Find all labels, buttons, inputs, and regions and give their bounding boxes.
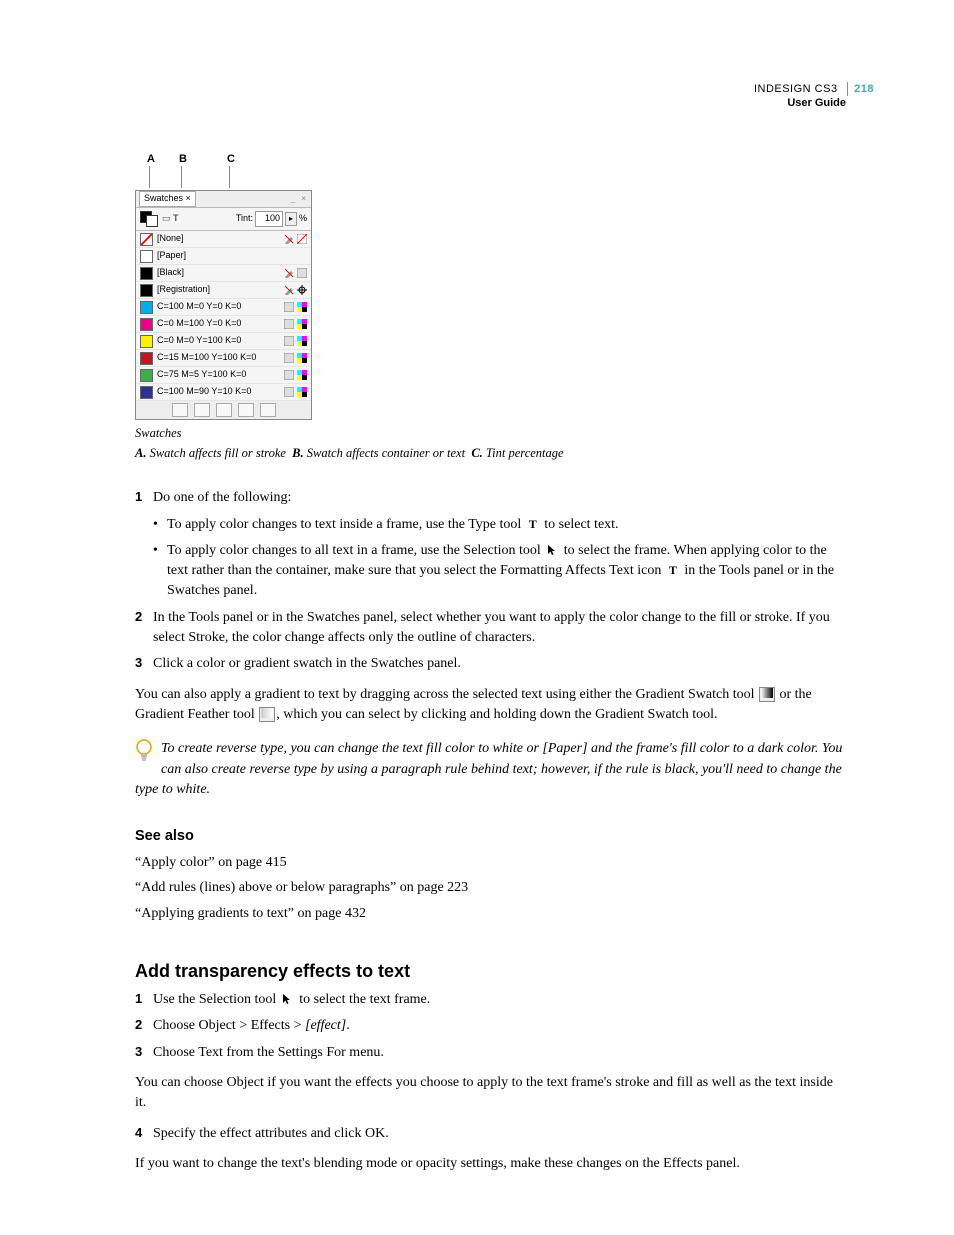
- fill-stroke-icon: [140, 211, 158, 227]
- swatch-row: [Black]: [136, 265, 311, 282]
- lock-pencil-icon: [284, 285, 294, 295]
- cmyk-icon: [297, 336, 307, 346]
- swatch-chip: [140, 284, 153, 297]
- swatch-row: C=100 M=90 Y=10 K=0: [136, 384, 311, 401]
- formatting-affects-text-icon: T: [666, 564, 680, 577]
- swatch-label: C=75 M=5 Y=100 K=0: [157, 368, 280, 381]
- swatch-chip: [140, 318, 153, 331]
- swatch-row: C=0 M=0 Y=100 K=0: [136, 333, 311, 350]
- swatch-row: C=75 M=5 Y=100 K=0: [136, 367, 311, 384]
- panel-window-buttons: _ ×: [291, 193, 308, 205]
- footer-btn: [216, 403, 232, 417]
- see-also-link[interactable]: “Apply color” on page 415: [135, 853, 844, 873]
- color-mode-icon: [284, 319, 294, 329]
- gradient-feather-tool-icon: [259, 707, 275, 722]
- panel-tab-bar: Swatches × _ ×: [136, 191, 311, 208]
- tint-dropdown-icon: ▸: [285, 212, 297, 226]
- tint-value: 100: [255, 211, 283, 226]
- swatch-row: C=100 M=0 Y=0 K=0: [136, 299, 311, 316]
- swatch-label: [None]: [157, 232, 280, 245]
- color-mode-icon: [284, 353, 294, 363]
- panel-tab-label: Swatches ×: [139, 191, 196, 206]
- panel-tint-row: ▭ T Tint: 100 ▸ %: [136, 208, 311, 231]
- panel-footer: [136, 401, 311, 419]
- running-header: INDESIGN CS3 218 User Guide: [754, 82, 874, 111]
- swatch-row: [None]: [136, 231, 311, 248]
- swatch-row: C=15 M=100 Y=100 K=0: [136, 350, 311, 367]
- color-mode-icon: [284, 336, 294, 346]
- swatch-label: [Paper]: [157, 249, 303, 262]
- sec2-step-2: 2 Choose Object > Effects > [effect].: [135, 1016, 844, 1036]
- bullet-1: • To apply color changes to text inside …: [135, 515, 844, 535]
- section-heading: Add transparency effects to text: [135, 958, 844, 984]
- type-tool-icon: T: [526, 518, 540, 531]
- page: INDESIGN CS3 218 User Guide A B C Swatch…: [0, 0, 954, 1235]
- swatch-chip: [140, 369, 153, 382]
- footer-btn: [260, 403, 276, 417]
- see-also-link[interactable]: “Add rules (lines) above or below paragr…: [135, 878, 844, 898]
- product-name: INDESIGN CS3: [754, 83, 838, 95]
- sec2-step-3: 3 Choose Text from the Settings For menu…: [135, 1043, 844, 1063]
- color-mode-icon: [284, 302, 294, 312]
- lightbulb-icon: [135, 739, 155, 769]
- none-icon: [297, 234, 307, 244]
- color-mode-icon: [284, 370, 294, 380]
- swatch-label: C=0 M=100 Y=0 K=0: [157, 317, 280, 330]
- sec2-step-1: 1 Use the Selection tool to select the t…: [135, 990, 844, 1010]
- step-2: 2 In the Tools panel or in the Swatches …: [135, 608, 844, 649]
- tip-note: To create reverse type, you can change t…: [135, 739, 844, 800]
- formatting-affects-icons: ▭ T: [162, 212, 179, 225]
- footer-btn: [194, 403, 210, 417]
- swatch-chip: [140, 335, 153, 348]
- see-also-link[interactable]: “Applying gradients to text” on page 432: [135, 904, 844, 924]
- selection-tool-icon: [545, 544, 559, 557]
- figure-callouts: A B C: [135, 152, 844, 190]
- swatch-label: C=100 M=0 Y=0 K=0: [157, 300, 280, 313]
- step-3: 3 Click a color or gradient swatch in th…: [135, 654, 844, 674]
- swatch-chip: [140, 352, 153, 365]
- sec2-paragraph-1: You can choose Object if you want the ef…: [135, 1073, 844, 1114]
- swatch-label: [Registration]: [157, 283, 280, 296]
- swatch-chip: [140, 267, 153, 280]
- doc-subtitle: User Guide: [754, 96, 874, 110]
- cmyk-icon: [297, 387, 307, 397]
- swatch-label: C=100 M=90 Y=10 K=0: [157, 385, 280, 398]
- swatch-label: [Black]: [157, 266, 280, 279]
- footer-btn: [238, 403, 254, 417]
- page-number: 218: [847, 82, 874, 96]
- color-mode-icon: [284, 387, 294, 397]
- figure-legend: A. Swatch affects fill or stroke B. Swat…: [135, 444, 844, 462]
- swatch-list: [None] [Paper] [Black] [Registration] C=100 …: [136, 231, 311, 401]
- cmyk-icon: [297, 302, 307, 312]
- swatch-row: [Registration]: [136, 282, 311, 299]
- cmyk-icon: [297, 353, 307, 363]
- swatch-chip: [140, 250, 153, 263]
- step-1: 1 Do one of the following:: [135, 488, 844, 508]
- swatch-label: C=0 M=0 Y=100 K=0: [157, 334, 280, 347]
- sec2-paragraph-2: If you want to change the text's blendin…: [135, 1154, 844, 1174]
- swatch-label: C=15 M=100 Y=100 K=0: [157, 351, 280, 364]
- registration-icon: [297, 285, 307, 295]
- cmyk-icon: [297, 370, 307, 380]
- color-mode-icon: [297, 268, 307, 278]
- swatch-chip: [140, 386, 153, 399]
- see-also-heading: See also: [135, 826, 844, 847]
- gradient-paragraph: You can also apply a gradient to text by…: [135, 685, 844, 726]
- footer-btn: [172, 403, 188, 417]
- lock-pencil-icon: [284, 268, 294, 278]
- swatch-row: C=0 M=100 Y=0 K=0: [136, 316, 311, 333]
- figure-caption: Swatches: [135, 424, 844, 442]
- sec2-step-4: 4 Specify the effect attributes and clic…: [135, 1124, 844, 1144]
- bullet-2: • To apply color changes to all text in …: [135, 541, 844, 602]
- cmyk-icon: [297, 319, 307, 329]
- selection-tool-icon: [281, 993, 295, 1006]
- swatch-row: [Paper]: [136, 248, 311, 265]
- gradient-swatch-tool-icon: [759, 687, 775, 702]
- swatch-chip: [140, 301, 153, 314]
- swatch-chip: [140, 233, 153, 246]
- tint-percent: %: [299, 212, 307, 225]
- lock-pencil-icon: [284, 234, 294, 244]
- swatches-panel-figure: Swatches × _ × ▭ T Tint: 100 ▸ % [None][…: [135, 190, 312, 420]
- tint-label: Tint:: [236, 212, 253, 225]
